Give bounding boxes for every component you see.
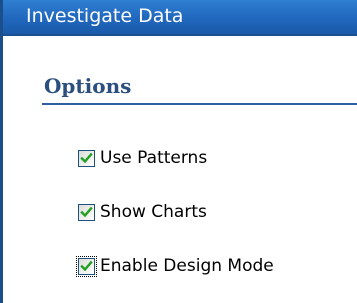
enable-design-mode-label: Enable Design Mode [100, 256, 274, 276]
use-patterns-option[interactable]: Use Patterns [78, 148, 207, 168]
window-title: Investigate Data [26, 5, 184, 27]
options-section-title: Options [44, 74, 132, 98]
check-icon [80, 260, 93, 271]
check-icon [80, 206, 93, 217]
use-patterns-label: Use Patterns [100, 148, 208, 168]
show-charts-checkbox[interactable] [78, 203, 95, 221]
title-bar: Investigate Data [3, 0, 357, 36]
enable-design-mode-checkbox[interactable] [76, 255, 97, 277]
enable-design-mode-option[interactable]: Enable Design Mode [76, 255, 274, 277]
use-patterns-checkbox[interactable] [78, 149, 95, 167]
show-charts-option[interactable]: Show Charts [78, 202, 207, 222]
investigate-data-window: Investigate Data Options Use Patterns Sh… [0, 0, 357, 303]
section-divider [42, 103, 357, 105]
check-icon [80, 152, 93, 163]
show-charts-label: Show Charts [100, 202, 207, 222]
